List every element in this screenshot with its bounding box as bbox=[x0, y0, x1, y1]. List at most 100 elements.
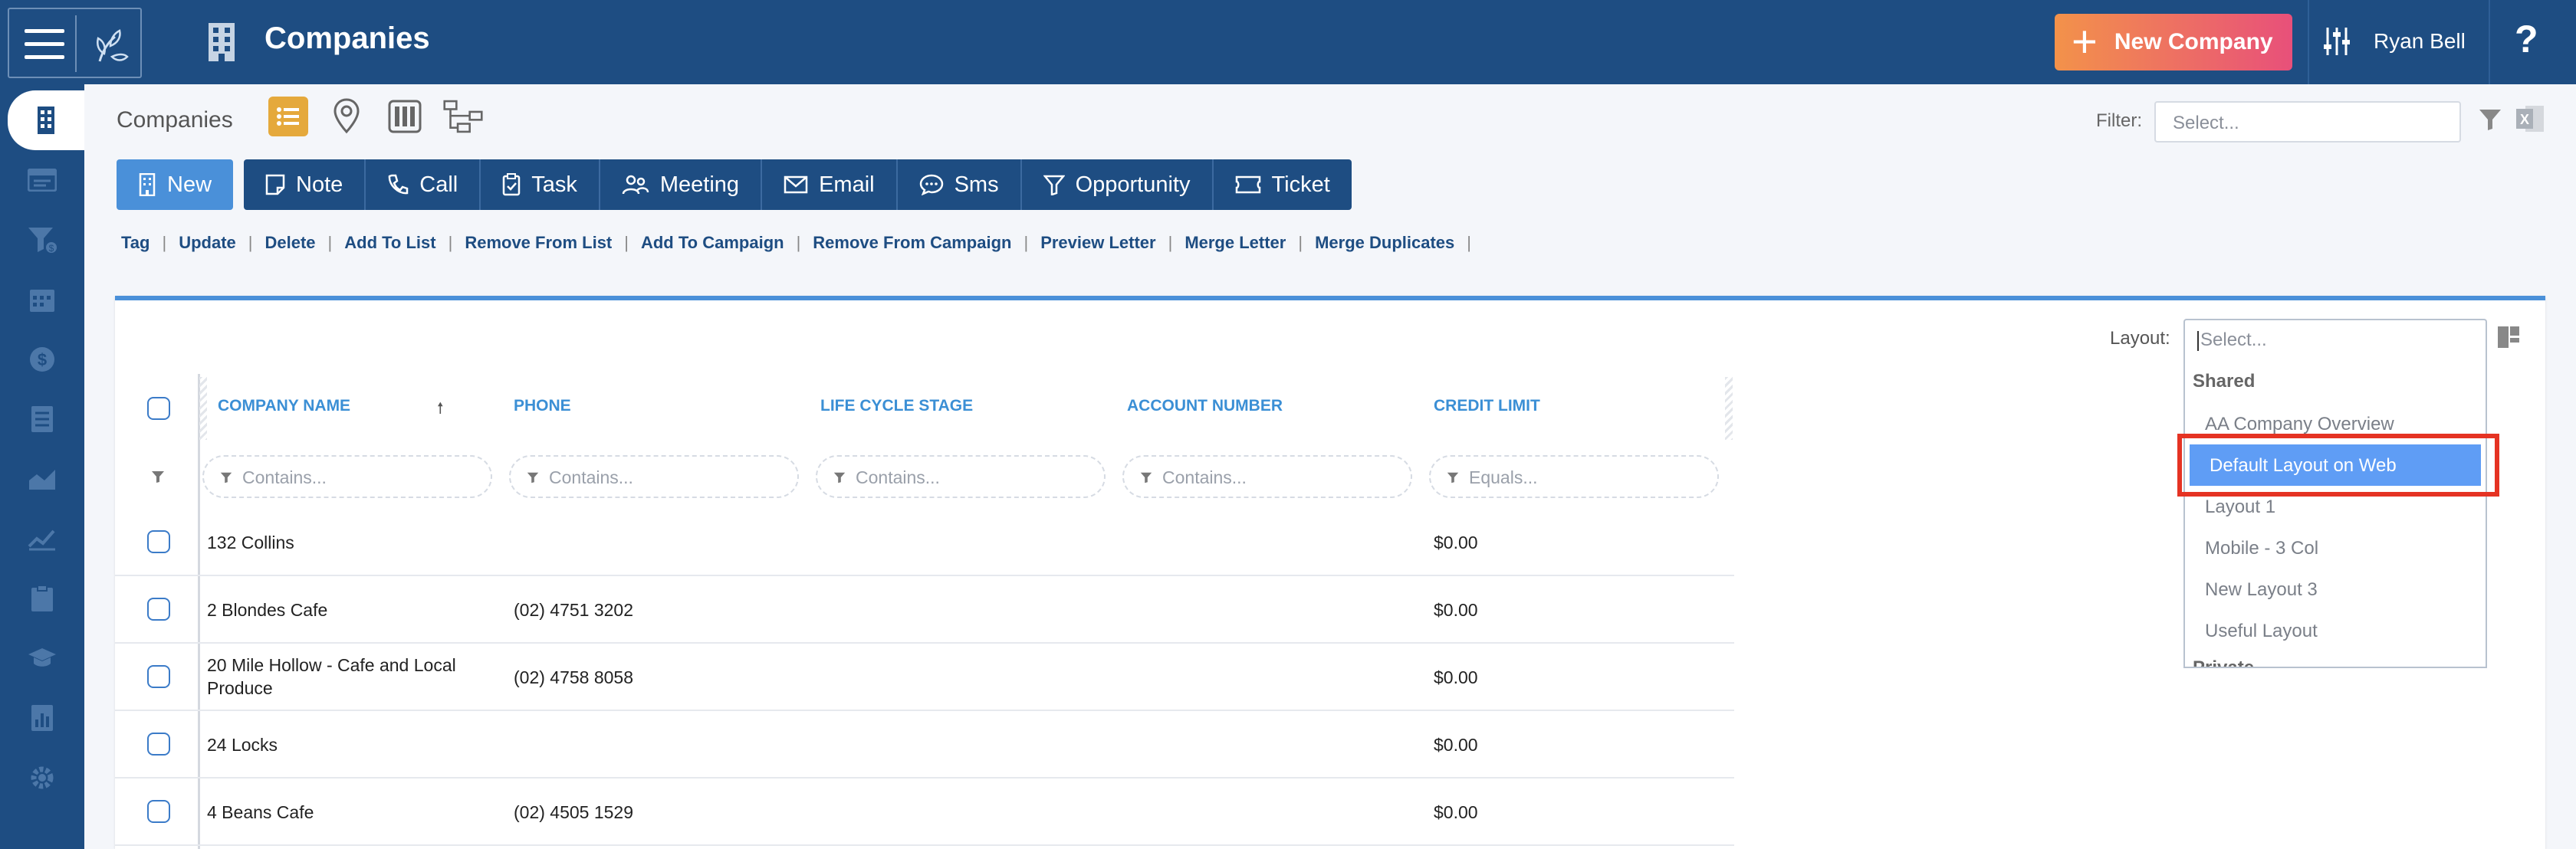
sidebar-item-opportunities[interactable]: $ bbox=[0, 210, 84, 270]
sidebar-item-training[interactable] bbox=[0, 628, 84, 688]
user-name: Ryan Bell bbox=[2374, 29, 2466, 53]
svg-text:$: $ bbox=[38, 350, 47, 369]
note-button[interactable]: Note bbox=[244, 159, 366, 210]
column-header-company-name[interactable]: Company Name bbox=[218, 397, 350, 415]
id-card-icon bbox=[28, 169, 57, 192]
filter-select[interactable]: Select... bbox=[2154, 101, 2461, 143]
layout-option[interactable]: Mobile - 3 Col bbox=[2185, 527, 2486, 569]
company-name-cell[interactable]: 20 Mile Hollow - Cafe and Local Produce bbox=[207, 654, 491, 700]
help-icon[interactable]: ? bbox=[2515, 17, 2538, 61]
row-checkbox[interactable] bbox=[147, 598, 170, 621]
clipboard-icon bbox=[503, 173, 521, 196]
bulk-actions-links: Tag | Update | Delete | Add To List | Remove… bbox=[121, 233, 1471, 253]
meeting-button[interactable]: Meeting bbox=[600, 159, 763, 210]
credit-limit-filter[interactable]: Equals... bbox=[1429, 455, 1719, 498]
new-button[interactable]: New bbox=[117, 159, 234, 210]
account-number-filter[interactable]: Contains... bbox=[1122, 455, 1412, 498]
ticket-label: Ticket bbox=[1271, 172, 1330, 197]
leaf-logo-icon bbox=[97, 29, 129, 62]
layout-option[interactable]: New Layout 3 bbox=[2185, 569, 2486, 610]
column-header-phone[interactable]: Phone bbox=[514, 397, 571, 415]
merge-duplicates-link[interactable]: Merge Duplicates bbox=[1315, 233, 1454, 253]
building-icon bbox=[209, 23, 235, 61]
column-header-credit-limit[interactable]: Credit Limit bbox=[1434, 397, 1540, 415]
breadcrumb: Companies bbox=[117, 107, 233, 133]
email-button[interactable]: Email bbox=[762, 159, 898, 210]
row-checkbox[interactable] bbox=[147, 733, 170, 756]
sms-label: Sms bbox=[954, 172, 999, 197]
update-link[interactable]: Update bbox=[179, 233, 236, 253]
phone-cell: (02) 4505 1529 bbox=[514, 802, 634, 822]
sms-button[interactable]: Sms bbox=[897, 159, 1022, 210]
new-company-button[interactable]: + New Company bbox=[2055, 14, 2292, 70]
sidebar-item-lists[interactable] bbox=[0, 389, 84, 449]
filter-icon[interactable] bbox=[2478, 107, 2502, 132]
layout-select-input[interactable]: Select... bbox=[2183, 319, 2487, 359]
sidebar-item-calendar[interactable] bbox=[0, 270, 84, 329]
call-label: Call bbox=[419, 172, 458, 197]
sms-icon bbox=[919, 174, 943, 195]
layout-grid-icon[interactable] bbox=[2496, 325, 2521, 349]
sidebar-item-sales[interactable]: $ bbox=[0, 329, 84, 389]
excel-export-icon[interactable]: X bbox=[2515, 104, 2545, 133]
hierarchy-view-button[interactable] bbox=[443, 97, 483, 136]
company-name-cell[interactable]: 2 Blondes Cafe bbox=[207, 598, 498, 621]
gear-icon bbox=[31, 766, 54, 789]
remove-from-list-link[interactable]: Remove From List bbox=[465, 233, 612, 253]
company-name-cell[interactable]: 4 Beans Cafe bbox=[207, 801, 498, 824]
list-view-button[interactable] bbox=[268, 97, 308, 136]
company-name-cell[interactable]: 24 Locks bbox=[207, 733, 498, 756]
sidebar-item-reports[interactable] bbox=[0, 449, 84, 509]
row-filter-icon bbox=[152, 471, 164, 483]
user-menu[interactable]: Ryan Bell bbox=[2323, 26, 2466, 57]
sidebar-item-contacts[interactable] bbox=[0, 150, 84, 210]
new-company-label: New Company bbox=[2114, 29, 2273, 54]
call-button[interactable]: Call bbox=[366, 159, 481, 210]
dollar-circle-icon: $ bbox=[30, 347, 54, 372]
add-to-campaign-link[interactable]: Add To Campaign bbox=[641, 233, 784, 253]
add-to-list-link[interactable]: Add To List bbox=[344, 233, 435, 253]
main-menu-button[interactable] bbox=[8, 8, 142, 78]
phone-cell: (02) 4758 8058 bbox=[514, 667, 634, 687]
tag-link[interactable]: Tag bbox=[121, 233, 150, 253]
phone-filter[interactable]: Contains... bbox=[509, 455, 799, 498]
delete-link[interactable]: Delete bbox=[264, 233, 315, 253]
new-label: New bbox=[167, 172, 212, 197]
opportunity-button[interactable]: Opportunity bbox=[1021, 159, 1214, 210]
phone-icon bbox=[389, 174, 409, 195]
sort-ascending-icon[interactable]: 🠕 bbox=[437, 397, 444, 423]
area-chart-icon bbox=[29, 470, 55, 490]
merge-letter-link[interactable]: Merge Letter bbox=[1184, 233, 1286, 253]
life-cycle-stage-filter[interactable]: Contains... bbox=[816, 455, 1106, 498]
row-checkbox[interactable] bbox=[147, 800, 170, 823]
sidebar-item-analytics[interactable] bbox=[0, 688, 84, 748]
action-bar: New Note Call Task Meeting Email Sms Opp… bbox=[117, 159, 1352, 210]
group-shared: Shared bbox=[2193, 371, 2256, 392]
credit-limit-cell: $0.00 bbox=[1434, 802, 1478, 822]
map-view-button[interactable] bbox=[327, 97, 366, 136]
sidebar-item-settings[interactable] bbox=[0, 748, 84, 808]
column-header-account-number[interactable]: Account Number bbox=[1127, 397, 1283, 415]
ticket-button[interactable]: Ticket bbox=[1213, 159, 1352, 210]
company-name-filter[interactable]: Contains... bbox=[202, 455, 492, 498]
row-checkbox[interactable] bbox=[147, 530, 170, 553]
hamburger-icon[interactable] bbox=[25, 29, 64, 60]
credit-limit-cell: $0.00 bbox=[1434, 533, 1478, 552]
email-label: Email bbox=[819, 172, 875, 197]
select-all-checkbox[interactable] bbox=[147, 397, 170, 420]
remove-from-campaign-link[interactable]: Remove From Campaign bbox=[813, 233, 1011, 253]
row-checkbox[interactable] bbox=[147, 665, 170, 688]
column-header-life-cycle-stage[interactable]: Life Cycle Stage bbox=[820, 397, 973, 415]
company-name-cell[interactable]: 132 Collins bbox=[207, 531, 498, 554]
note-label: Note bbox=[296, 172, 343, 197]
preview-letter-link[interactable]: Preview Letter bbox=[1040, 233, 1155, 253]
sidebar-item-tasks[interactable] bbox=[0, 569, 84, 628]
credit-limit-cell: $0.00 bbox=[1434, 735, 1478, 755]
envelope-icon bbox=[784, 175, 808, 194]
sidebar-item-trends[interactable] bbox=[0, 509, 84, 569]
note-icon bbox=[265, 174, 285, 195]
sidebar-item-companies[interactable] bbox=[8, 90, 84, 150]
layout-option[interactable]: Useful Layout bbox=[2185, 610, 2486, 651]
task-button[interactable]: Task bbox=[481, 159, 600, 210]
kanban-view-button[interactable] bbox=[385, 97, 425, 136]
